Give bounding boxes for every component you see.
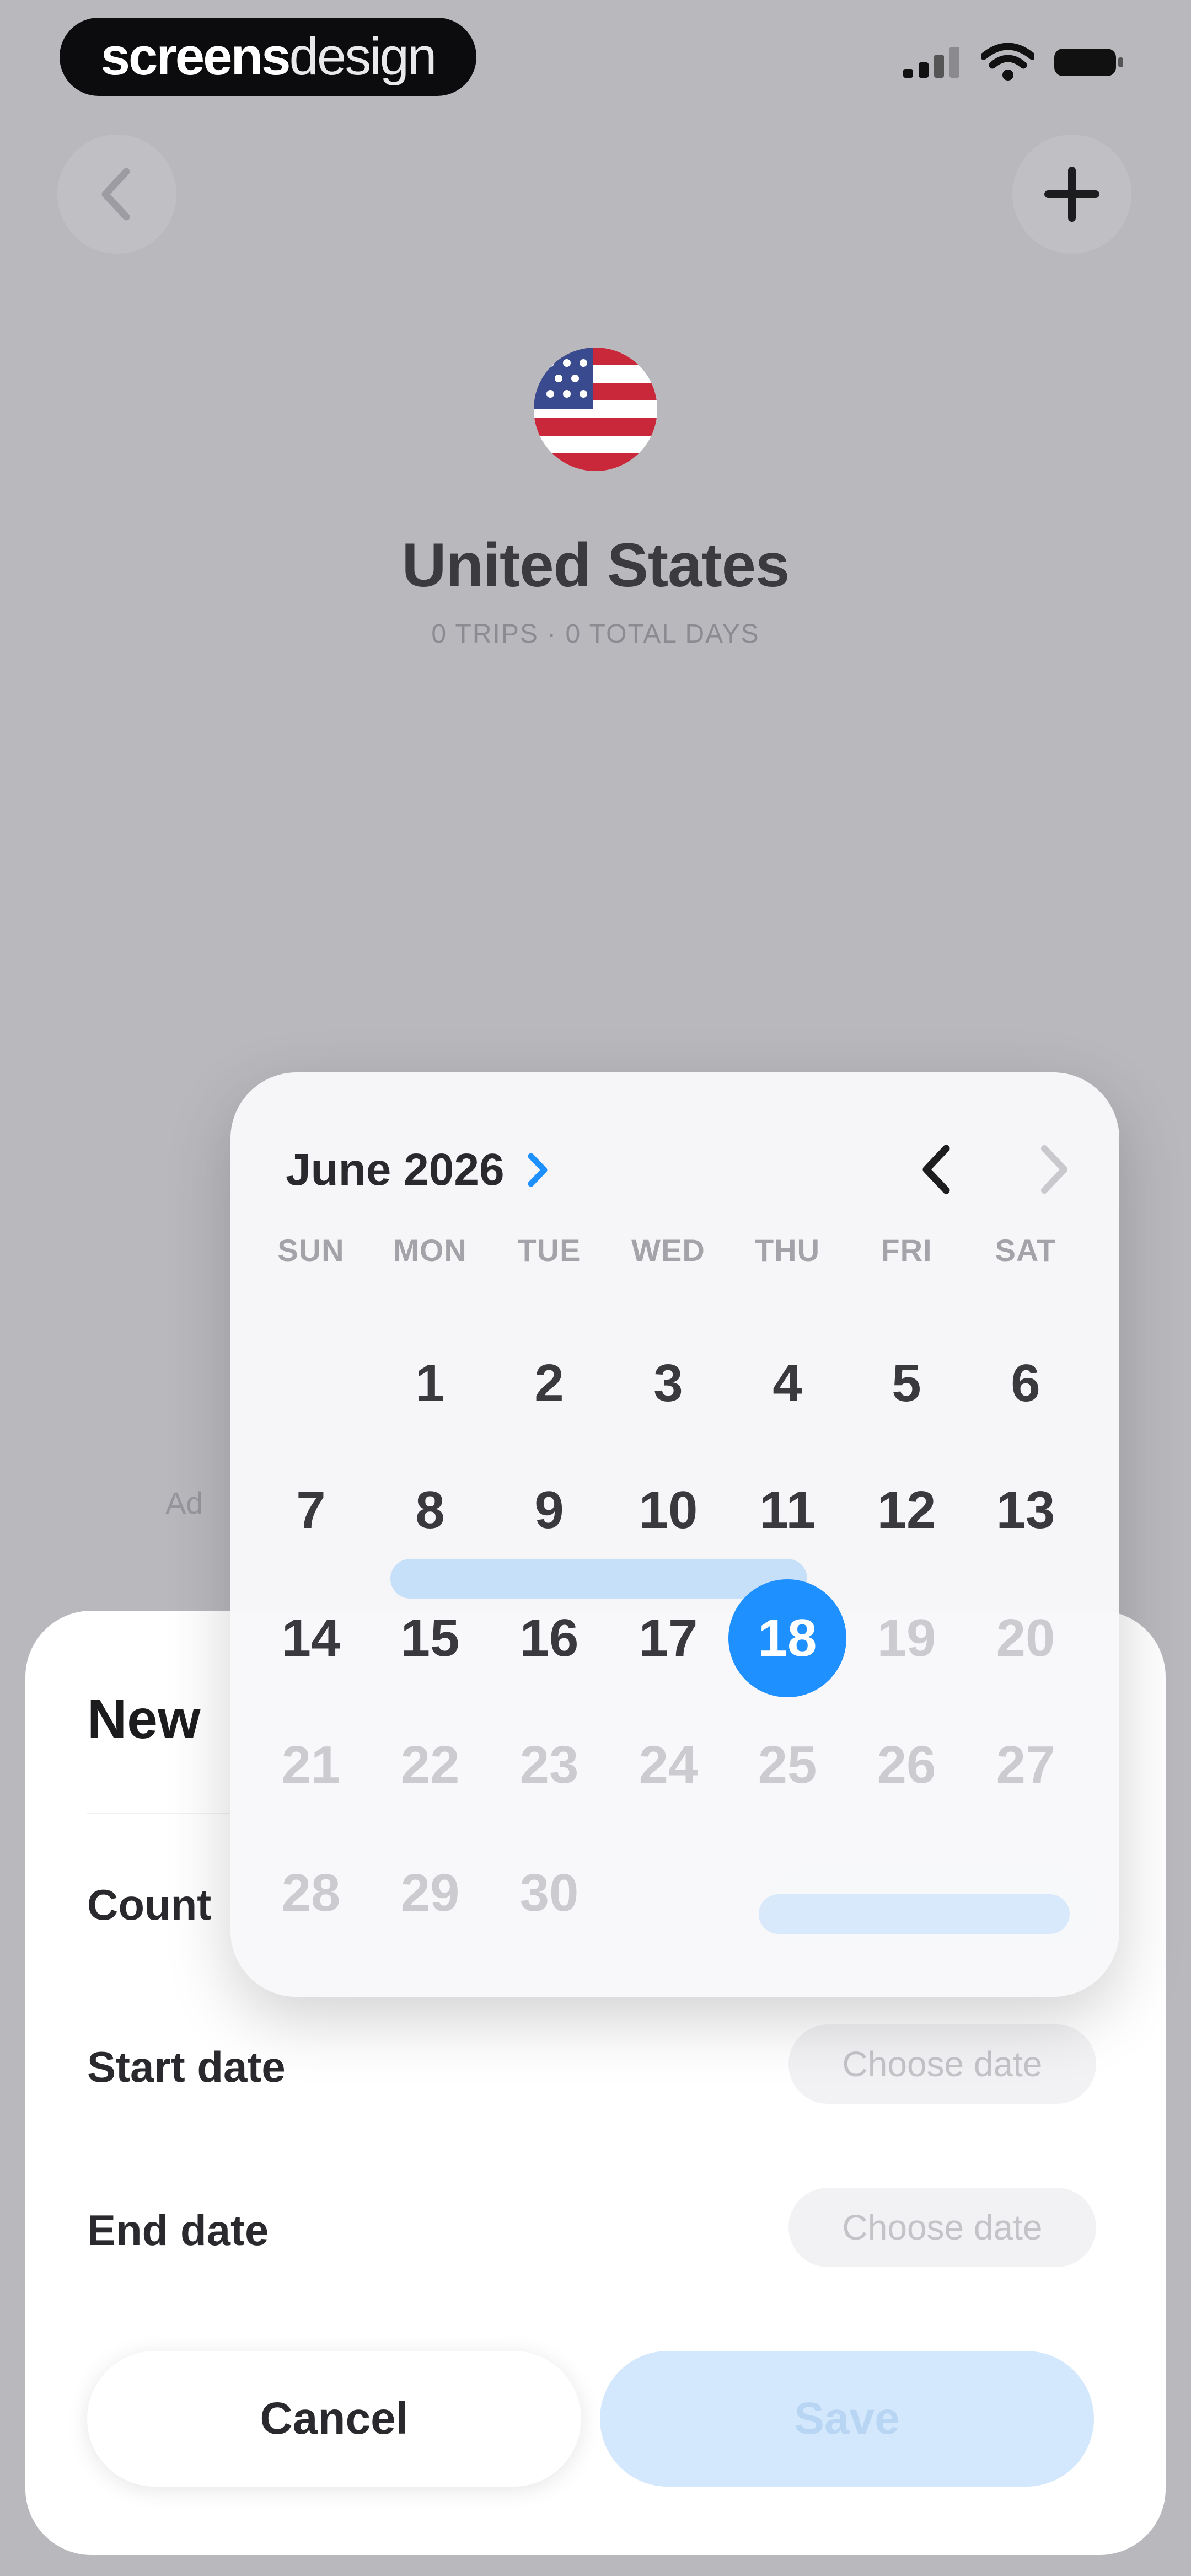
calendar-day[interactable]: 3: [609, 1324, 728, 1443]
brand-watermark: screens design: [60, 18, 476, 96]
calendar-day[interactable]: 18: [728, 1579, 847, 1698]
start-date-label: Start date: [87, 2043, 286, 2091]
weekday-label: WED: [631, 1233, 705, 1268]
selected-day: 18: [728, 1579, 846, 1697]
calendar-day[interactable]: 12: [847, 1451, 966, 1570]
calendar-day: 29: [400, 1863, 460, 1922]
calendar-day[interactable]: 10: [609, 1451, 728, 1570]
chevron-left-icon: [101, 168, 130, 221]
plus-icon: [1044, 167, 1099, 222]
end-date-label: End date: [87, 2206, 269, 2254]
calendar-month-selector[interactable]: June 2026: [286, 1144, 550, 1196]
us-flag-icon: [534, 348, 657, 471]
brand-text-part1: screens: [100, 27, 291, 86]
calendar-day[interactable]: 14: [251, 1579, 371, 1698]
calendar-day[interactable]: 15: [371, 1579, 490, 1698]
previous-month-button[interactable]: [915, 1142, 959, 1200]
calendar-range-highlight: [759, 1894, 1070, 1934]
weekday-label: TUE: [517, 1233, 581, 1268]
calendar-day: 22: [400, 1735, 460, 1794]
chevron-right-icon: [1041, 1145, 1067, 1194]
sheet-title: New: [87, 1688, 201, 1750]
calendar-popover: June 2026 SUN MON TUE WED THU FRI SAT 12345678…: [230, 1072, 1119, 1997]
background-text: Ad: [165, 1485, 203, 1520]
country-trip-summary: 0 TRIPS · 0 TOTAL DAYS: [431, 619, 760, 649]
wifi-icon: [980, 42, 1036, 84]
calendar-day: 26: [877, 1735, 936, 1794]
calendar-day: 25: [758, 1735, 817, 1794]
start-date-picker[interactable]: Choose date: [788, 2024, 1096, 2104]
brand-text-part2: design: [289, 27, 437, 86]
country-title: United States: [401, 531, 790, 600]
back-button[interactable]: [57, 135, 176, 254]
calendar-day[interactable]: 8: [371, 1451, 490, 1570]
save-button[interactable]: Save: [600, 2351, 1094, 2487]
calendar-day[interactable]: 17: [609, 1579, 728, 1698]
calendar-day: 23: [519, 1735, 579, 1794]
cancel-button[interactable]: Cancel: [87, 2351, 581, 2487]
weekday-label: SAT: [995, 1233, 1056, 1268]
chevron-right-icon: [528, 1153, 548, 1187]
calendar-day: 21: [281, 1735, 341, 1794]
calendar-day: 28: [281, 1863, 341, 1922]
calendar-day: 20: [996, 1608, 1055, 1668]
calendar-day[interactable]: 1: [371, 1324, 490, 1443]
calendar-day: 24: [639, 1735, 698, 1794]
calendar-day[interactable]: 16: [490, 1579, 609, 1698]
weekday-label: FRI: [881, 1233, 932, 1268]
weekday-label: MON: [393, 1233, 467, 1268]
calendar-day[interactable]: 4: [728, 1324, 847, 1443]
calendar-day[interactable]: 5: [847, 1324, 966, 1443]
calendar-day: 19: [877, 1608, 936, 1668]
calendar-month-label: June 2026: [286, 1145, 505, 1195]
calendar-day: 30: [519, 1863, 579, 1922]
calendar-day: 27: [996, 1735, 1055, 1794]
calendar-day[interactable]: 13: [966, 1451, 1085, 1570]
signal-icon: [902, 46, 963, 82]
chevron-left-icon: [922, 1145, 950, 1194]
calendar-day[interactable]: 11: [728, 1451, 847, 1570]
battery-icon: [1053, 45, 1125, 82]
screen: screens design United States 0 TRIPS · 0…: [0, 0, 1191, 2576]
calendar-day[interactable]: 9: [490, 1451, 609, 1570]
calendar-day[interactable]: 7: [251, 1451, 371, 1570]
weekday-label: THU: [754, 1233, 820, 1268]
end-date-picker[interactable]: Choose date: [788, 2188, 1096, 2267]
status-icons: [902, 42, 1125, 84]
calendar-day[interactable]: 6: [966, 1324, 1085, 1443]
add-trip-button[interactable]: [1012, 135, 1131, 254]
weekday-label: SUN: [277, 1233, 345, 1268]
next-month-button[interactable]: [1031, 1142, 1075, 1200]
calendar-day[interactable]: 2: [490, 1324, 609, 1443]
country-label: Count: [87, 1880, 212, 1929]
